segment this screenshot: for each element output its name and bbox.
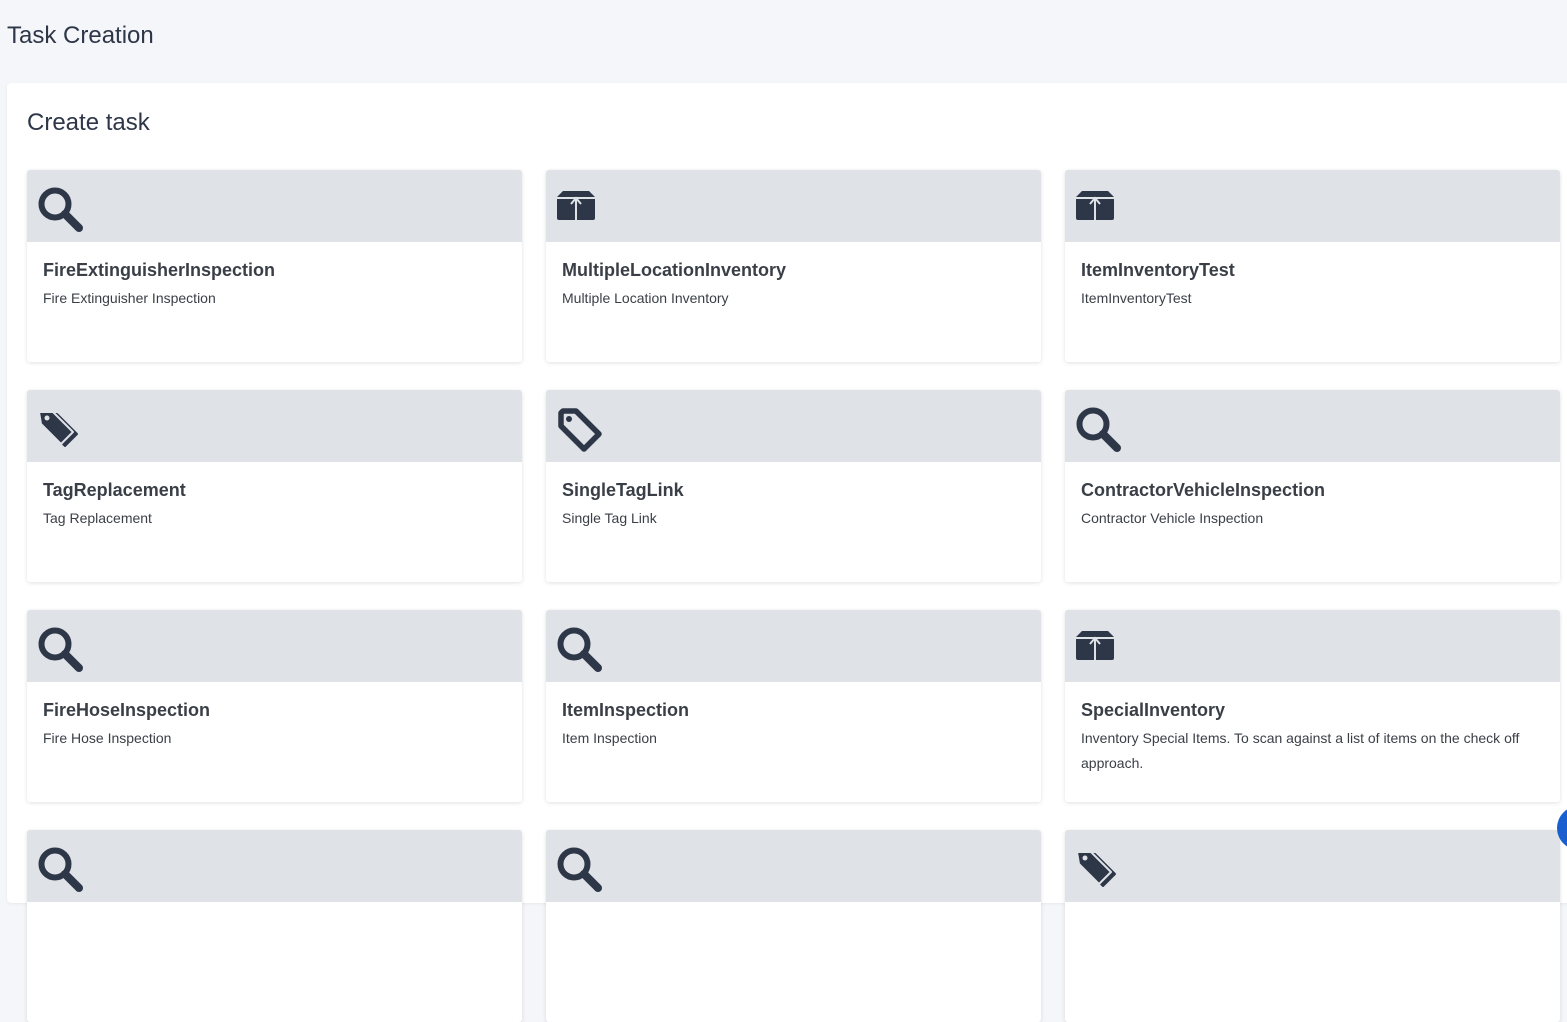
card-body: TagReplacement Tag Replacement — [27, 462, 522, 531]
box-icon — [1073, 624, 1125, 676]
card-description: Fire Hose Inspection — [43, 730, 172, 746]
task-card[interactable]: ItemInspection Item Inspection — [546, 610, 1041, 802]
task-card[interactable]: MultipleLocationInventory Multiple Locati… — [546, 170, 1041, 362]
card-body — [27, 902, 522, 919]
tags-icon — [35, 404, 87, 456]
card-body: ItemInspection Item Inspection — [546, 682, 1041, 751]
box-icon — [554, 184, 606, 236]
card-name: FireHoseInspection — [43, 700, 211, 720]
task-card[interactable]: ContractorVehicleInspection Contractor Ve… — [1065, 390, 1560, 582]
page-title: Task Creation — [7, 22, 154, 49]
card-body: ContractorVehicleInspection Contractor Ve… — [1065, 462, 1560, 531]
search-icon — [554, 624, 606, 676]
box-icon — [1073, 184, 1125, 236]
card-description: Single Tag Link — [562, 510, 657, 526]
card-description: Item Inspection — [562, 730, 657, 746]
card-description: Multiple Location Inventory — [562, 290, 729, 306]
card-name: MultipleLocationInventory — [562, 260, 787, 280]
card-name: SingleTagLink — [562, 480, 684, 500]
card-name: ContractorVehicleInspection — [1081, 480, 1326, 500]
search-icon — [1073, 404, 1125, 456]
card-body — [546, 902, 1041, 919]
card-description: Tag Replacement — [43, 510, 152, 526]
card-description: Contractor Vehicle Inspection — [1081, 510, 1264, 526]
task-card-grid: FireExtinguisherInspection Fire Extinguis… — [27, 170, 1562, 1022]
task-card[interactable]: SpecialInventory Inventory Special Items.… — [1065, 610, 1560, 802]
card-body — [1065, 902, 1560, 919]
card-header — [546, 170, 1041, 242]
task-card[interactable] — [27, 830, 522, 1022]
task-card[interactable]: FireHoseInspection Fire Hose Inspection — [27, 610, 522, 802]
card-body: FireHoseInspection Fire Hose Inspection — [27, 682, 522, 751]
card-header — [546, 610, 1041, 682]
card-header — [1065, 830, 1560, 902]
card-description: Fire Extinguisher Inspection — [43, 290, 216, 306]
card-name: ItemInventoryTest — [1081, 260, 1235, 280]
search-icon — [554, 844, 606, 896]
task-card[interactable]: SingleTagLink Single Tag Link — [546, 390, 1041, 582]
card-header — [1065, 610, 1560, 682]
search-icon — [35, 844, 87, 896]
task-card[interactable] — [546, 830, 1041, 1022]
card-header — [1065, 170, 1560, 242]
panel-title: Create task — [27, 109, 150, 136]
task-card[interactable]: TagReplacement Tag Replacement — [27, 390, 522, 582]
card-name: TagReplacement — [43, 480, 186, 500]
card-description: ItemInventoryTest — [1081, 290, 1192, 306]
card-body: SingleTagLink Single Tag Link — [546, 462, 1041, 531]
search-icon — [35, 624, 87, 676]
card-header — [27, 610, 522, 682]
card-description: Inventory Special Items. To scan against… — [1081, 730, 1520, 771]
task-card[interactable]: ItemInventoryTest ItemInventoryTest — [1065, 170, 1560, 362]
card-header — [27, 390, 522, 462]
card-header — [546, 390, 1041, 462]
tags-icon — [1073, 844, 1125, 896]
card-header — [546, 830, 1041, 902]
card-body: ItemInventoryTest ItemInventoryTest — [1065, 242, 1560, 311]
card-name: FireExtinguisherInspection — [43, 260, 276, 280]
search-icon — [35, 184, 87, 236]
card-name: SpecialInventory — [1081, 700, 1226, 720]
card-header — [27, 170, 522, 242]
card-body: FireExtinguisherInspection Fire Extinguis… — [27, 242, 522, 311]
card-header — [1065, 390, 1560, 462]
card-name: ItemInspection — [562, 700, 690, 720]
task-card[interactable]: FireExtinguisherInspection Fire Extinguis… — [27, 170, 522, 362]
task-card[interactable] — [1065, 830, 1560, 1022]
card-body: MultipleLocationInventory Multiple Locati… — [546, 242, 1041, 311]
card-header — [27, 830, 522, 902]
tag-outline-icon — [554, 404, 606, 456]
create-task-panel: Create task FireExtinguisherInspection Fi… — [7, 83, 1567, 1022]
card-body: SpecialInventory Inventory Special Items.… — [1065, 682, 1560, 776]
